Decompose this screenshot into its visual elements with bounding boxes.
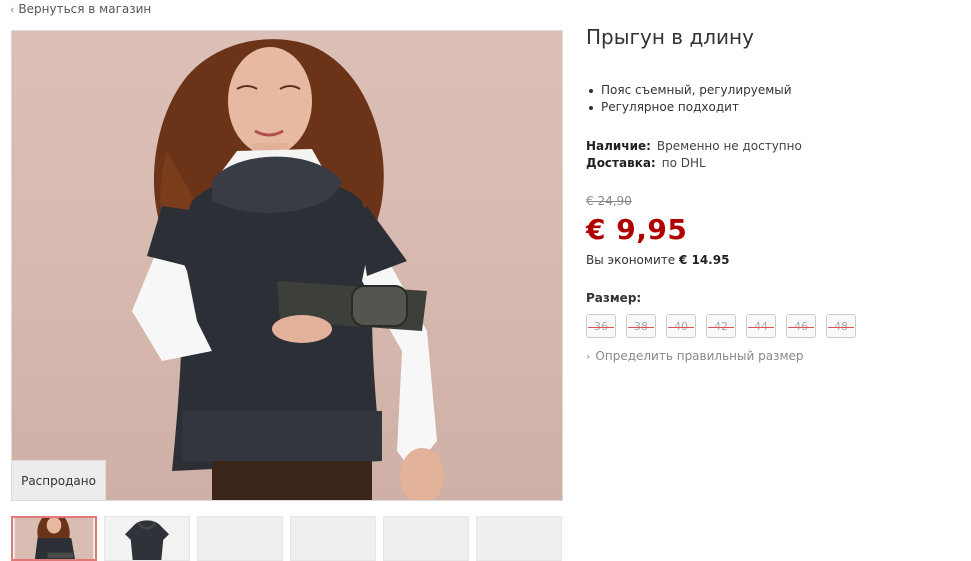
thumbnail-6[interactable] — [476, 516, 562, 561]
size-selector: 36 38 40 42 44 46 48 — [586, 314, 856, 338]
size-option-38[interactable]: 38 — [626, 314, 656, 338]
thumbnail-garment-image — [105, 517, 189, 560]
thumbnail-1[interactable] — [11, 516, 97, 561]
thumbnail-model-image — [14, 518, 94, 559]
product-main-image[interactable]: Распродано — [11, 30, 563, 501]
thumbnail-3[interactable] — [197, 516, 283, 561]
current-price: € 9,95 — [586, 213, 688, 246]
old-price: € 24,90 — [586, 194, 632, 208]
savings-label: Вы экономите — [586, 253, 676, 267]
savings-text: Вы экономите € 14.95 — [586, 253, 729, 267]
size-option-36[interactable]: 36 — [586, 314, 616, 338]
availability-delivery-block: Наличие: Временно не доступно Доставка: … — [586, 138, 802, 172]
thumbnail-2[interactable] — [104, 516, 190, 561]
size-option-46[interactable]: 46 — [786, 314, 816, 338]
delivery-label: Доставка: — [586, 156, 656, 170]
size-guide-label: Определить правильный размер — [595, 349, 804, 363]
back-to-shop-label: Вернуться в магазин — [18, 2, 152, 16]
sold-out-badge: Распродано — [12, 460, 106, 500]
savings-amount: € 14.95 — [678, 253, 730, 267]
delivery-value: по DHL — [661, 156, 706, 170]
thumbnail-5[interactable] — [383, 516, 469, 561]
feature-list: Пояс съемный, регулируемый Регулярное по… — [586, 82, 792, 116]
size-guide-link[interactable]: › Определить правильный размер — [586, 349, 804, 363]
feature-item: Регулярное подходит — [586, 99, 792, 116]
thumbnail-strip — [11, 516, 562, 561]
size-option-42[interactable]: 42 — [706, 314, 736, 338]
size-label: Размер: — [586, 291, 642, 305]
product-title: Прыгун в длину — [586, 25, 754, 49]
availability-value: Временно не доступно — [656, 139, 802, 153]
size-option-44[interactable]: 44 — [746, 314, 776, 338]
product-photo — [132, 39, 444, 500]
availability-label: Наличие: — [586, 139, 651, 153]
chevron-right-icon: › — [586, 349, 591, 363]
size-option-40[interactable]: 40 — [666, 314, 696, 338]
thumbnail-4[interactable] — [290, 516, 376, 561]
size-option-48[interactable]: 48 — [826, 314, 856, 338]
back-to-shop-link[interactable]: ‹ Вернуться в магазин — [10, 2, 151, 16]
feature-item: Пояс съемный, регулируемый — [586, 82, 792, 99]
chevron-left-icon: ‹ — [10, 2, 15, 16]
